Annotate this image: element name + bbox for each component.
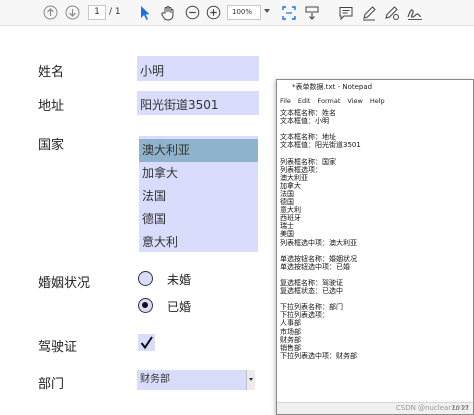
department-dropdown[interactable]: 财务部 xyxy=(137,370,255,390)
radio-married[interactable] xyxy=(138,298,153,313)
watermark: CSDN @nuclear2011 xyxy=(395,404,469,412)
upload-icon[interactable] xyxy=(43,3,58,22)
menu-view[interactable]: View xyxy=(347,95,362,108)
menu-edit[interactable]: Edit xyxy=(298,95,311,108)
zoom-in-icon[interactable] xyxy=(206,3,221,22)
fit-page-icon[interactable] xyxy=(281,3,297,22)
list-item-selected[interactable]: 澳大利亚 xyxy=(139,139,258,162)
list-item[interactable]: 加拿大 xyxy=(139,162,258,185)
radio-unmarried-label: 未婚 xyxy=(167,273,192,287)
checkmark-icon xyxy=(140,336,153,350)
list-item[interactable]: 德国 xyxy=(139,208,258,231)
hand-icon[interactable] xyxy=(160,3,176,22)
radio-married-label: 已婚 xyxy=(167,300,192,314)
page-total: / 1 xyxy=(109,7,121,17)
menu-file[interactable]: File xyxy=(280,95,291,108)
radio-selected-dot xyxy=(142,302,148,308)
country-listbox[interactable]: 澳大利亚 加拿大 法国 德国 意大利 xyxy=(139,136,258,252)
name-input[interactable]: 小明 xyxy=(137,56,259,81)
zoom-level-select[interactable]: 100% xyxy=(227,5,261,20)
menu-help[interactable]: Help xyxy=(370,95,385,108)
country-label: 国家 xyxy=(38,138,65,153)
page-number-input[interactable]: 1 xyxy=(88,5,106,20)
erase-pen-icon[interactable] xyxy=(383,3,400,22)
zoom-out-icon[interactable] xyxy=(185,3,200,22)
department-value: 财务部 xyxy=(140,374,170,385)
list-item[interactable]: 法国 xyxy=(139,185,258,208)
highlight-pen-icon[interactable] xyxy=(361,3,377,22)
notepad-menu-bar: File Edit Format View Help xyxy=(277,95,473,108)
pdf-toolbar: 1 / 1 100% xyxy=(0,0,474,26)
zoom-dropdown-icon[interactable] xyxy=(264,9,270,13)
license-checkbox[interactable] xyxy=(138,334,155,351)
marital-status-label: 婚姻状况 xyxy=(38,276,91,291)
address-input[interactable]: 阳光街道3501 xyxy=(137,91,259,115)
menu-format[interactable]: Format xyxy=(317,95,340,108)
chevron-down-icon[interactable] xyxy=(246,370,255,390)
comment-icon[interactable] xyxy=(338,3,354,22)
notepad-text-area[interactable]: 文本框名称：姓名 文本框值：小明 文本框名称：地址 文本框值：阳光街道3501 … xyxy=(280,109,466,360)
select-cursor-icon[interactable] xyxy=(139,3,151,22)
department-label: 部门 xyxy=(38,377,65,392)
radio-unmarried[interactable] xyxy=(138,271,153,286)
download-icon[interactable] xyxy=(65,3,80,22)
list-item[interactable]: 意大利 xyxy=(139,231,258,252)
address-label: 地址 xyxy=(38,99,65,114)
scroll-mode-icon[interactable] xyxy=(304,3,320,22)
notepad-window: *表单数据.txt - Notepad File Edit Format Vie… xyxy=(276,79,474,415)
name-label: 姓名 xyxy=(38,65,65,80)
license-label: 驾驶证 xyxy=(38,340,78,355)
notepad-title: *表单数据.txt - Notepad xyxy=(277,80,473,95)
sign-icon[interactable] xyxy=(406,3,426,22)
